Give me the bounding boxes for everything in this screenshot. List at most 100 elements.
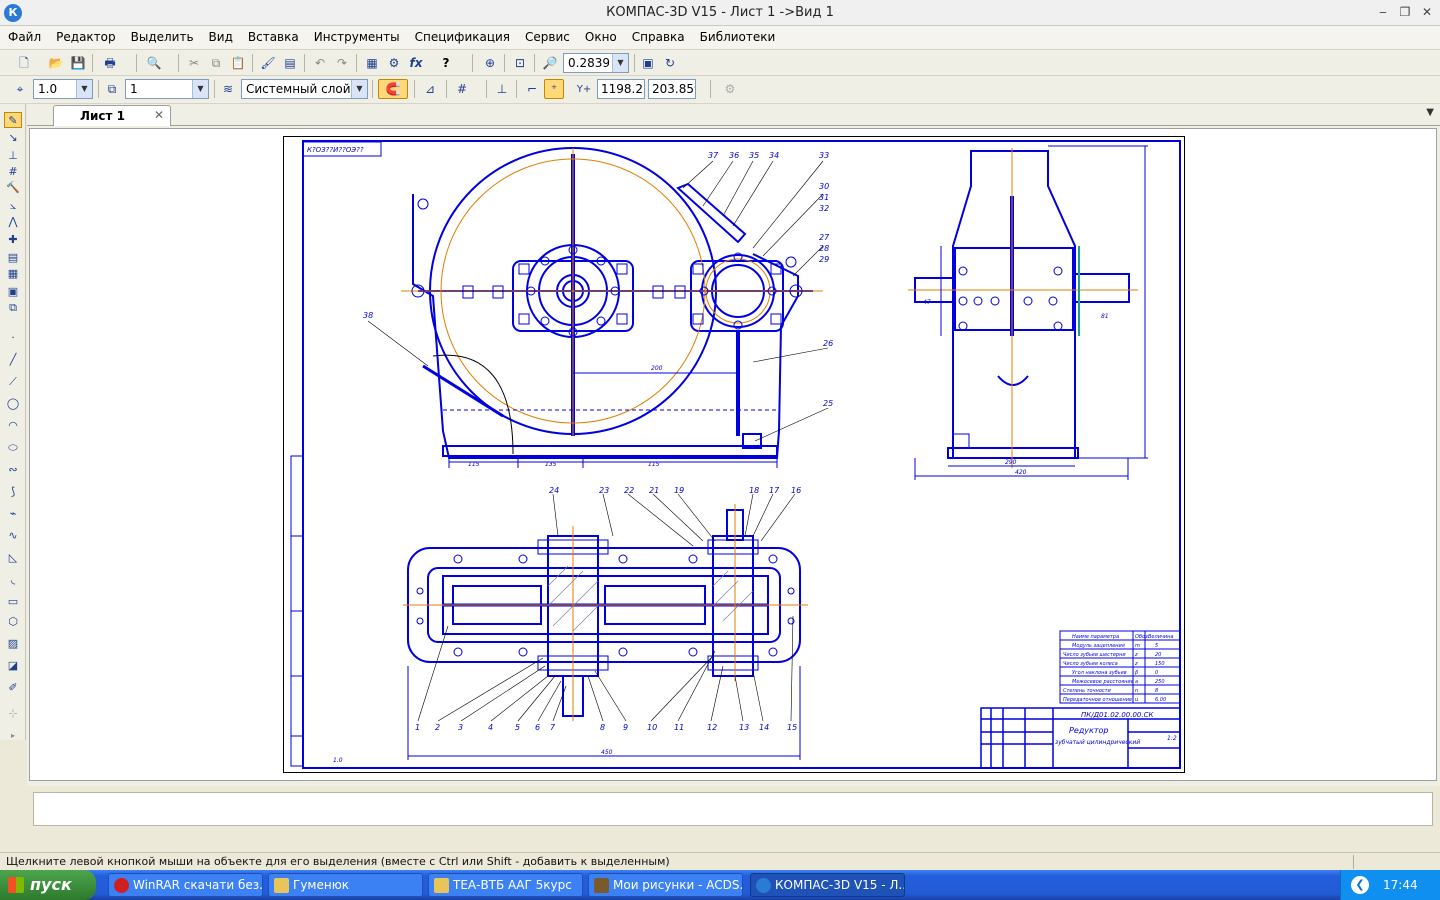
context-help-icon[interactable]: ? xyxy=(436,53,456,73)
layer-combo[interactable]: Системный слой (0) ▼ xyxy=(241,79,368,99)
coord-y-field[interactable]: 203.859 xyxy=(648,79,696,99)
format-brush-icon[interactable]: 🖌 xyxy=(258,53,278,73)
task-gumenyuk-folder[interactable]: Гуменюк xyxy=(268,873,423,897)
layers-icon[interactable]: ≋ xyxy=(218,79,238,99)
zoom-fit-icon[interactable]: ⊡ xyxy=(510,53,530,73)
drawing-canvas[interactable]: К?ОЗ??И??ОЭ?? 37 36 35 34 33 30 31 32 27… xyxy=(29,128,1437,781)
menu-select[interactable]: Выделить xyxy=(123,26,201,44)
magnet-snap-icon[interactable]: 🧲 xyxy=(378,79,408,99)
selection-icon[interactable]: ⋀ xyxy=(4,214,22,230)
fillet-tool-icon[interactable]: ◟ xyxy=(4,572,22,588)
segment-tool-icon[interactable]: ⟋ xyxy=(4,374,22,390)
variables-fx-icon[interactable]: fx xyxy=(406,53,426,73)
copy-icon[interactable]: ⧉ xyxy=(206,53,226,73)
open-folder-icon[interactable]: 📂 xyxy=(46,53,66,73)
parameterization-icon[interactable]: 🔨 xyxy=(4,180,22,196)
refresh-view-icon[interactable]: ▣ xyxy=(638,53,658,73)
reports-icon[interactable]: ▦ xyxy=(4,266,22,282)
menu-libraries[interactable]: Библиотеки xyxy=(692,26,783,44)
new-document-icon[interactable]: 🗋 xyxy=(14,53,34,73)
point-tool-icon[interactable]: · xyxy=(4,330,22,346)
cut-icon[interactable]: ✂ xyxy=(184,53,204,73)
zoom-in-icon[interactable]: 🔎 xyxy=(540,53,560,73)
chamfer-tool-icon[interactable]: ◺ xyxy=(4,550,22,566)
menu-service[interactable]: Сервис xyxy=(517,26,577,44)
library-manager-icon[interactable]: ⚙ xyxy=(384,53,404,73)
view-number-combo[interactable]: 1 ▼ xyxy=(125,79,209,99)
menu-window[interactable]: Окно xyxy=(577,26,624,44)
tray-expand-icon[interactable]: ❮ xyxy=(1351,876,1369,894)
task-kompas[interactable]: КОМПАС-3D V15 - Л... xyxy=(750,873,905,897)
fill-tool-icon[interactable]: ◪ xyxy=(4,658,22,674)
spline-tool-icon[interactable]: ∾ xyxy=(4,462,22,478)
ortho-icon[interactable]: ⊿ xyxy=(420,79,440,99)
restore-button[interactable]: ❐ xyxy=(1396,5,1414,21)
start-button[interactable]: пуск xyxy=(0,870,96,900)
polyline-tool-icon[interactable]: ⟆ xyxy=(4,484,22,500)
redraw-icon[interactable]: ↻ xyxy=(660,53,680,73)
paste-icon[interactable]: 📋 xyxy=(228,53,248,73)
expand-panel-icon[interactable]: ▸ xyxy=(4,728,22,744)
preview-icon[interactable]: 🔍 xyxy=(144,53,164,73)
redo-icon[interactable]: ↷ xyxy=(332,53,352,73)
designations-panel-icon[interactable]: ⊥ xyxy=(4,148,22,164)
print-icon[interactable]: 🖶 xyxy=(100,53,120,73)
tab-sheet-1[interactable]: Лист 1 ✕ xyxy=(53,105,171,126)
disabled-tool-icon[interactable]: ⚙ xyxy=(720,79,740,99)
contour-tool-icon[interactable]: ✐ xyxy=(4,680,22,696)
editing-panel-icon[interactable]: # xyxy=(4,164,22,180)
undo-icon[interactable]: ↶ xyxy=(310,53,330,73)
dimensions-panel-icon[interactable]: ↘ xyxy=(4,130,22,146)
snap-step-icon[interactable]: ⌖ xyxy=(10,79,30,99)
task-winrar[interactable]: WinRAR скачати без... xyxy=(108,873,263,897)
associative-views-icon[interactable]: ✚ xyxy=(4,232,22,248)
coord-cursor-icon[interactable]: Y+ xyxy=(574,79,594,99)
menu-insert[interactable]: Вставка xyxy=(240,26,306,44)
drawing-sheet[interactable]: К?ОЗ??И??ОЭ?? 37 36 35 34 33 30 31 32 27… xyxy=(283,136,1185,773)
save-icon[interactable]: 💾 xyxy=(68,53,88,73)
circle-tool-icon[interactable]: ◯ xyxy=(4,396,22,412)
measure-icon[interactable]: ⦣ xyxy=(4,198,22,214)
properties-icon[interactable]: ▤ xyxy=(280,53,300,73)
ellipse-tool-icon[interactable]: ⬭ xyxy=(4,440,22,456)
menu-tools[interactable]: Инструменты xyxy=(306,26,407,44)
manager-icon[interactable]: ▦ xyxy=(362,53,382,73)
command-input-area[interactable] xyxy=(33,792,1433,826)
menu-file[interactable]: Файл xyxy=(0,26,48,44)
arc-tool-icon[interactable]: ◠ xyxy=(4,418,22,434)
zoom-combo[interactable]: 0.2839 ▼ xyxy=(563,53,629,73)
nurbs-tool-icon[interactable]: ⌁ xyxy=(4,506,22,522)
hatch-tool-icon[interactable]: ▨ xyxy=(4,636,22,652)
menu-specification[interactable]: Спецификация xyxy=(407,26,517,44)
minimize-button[interactable]: ‒ xyxy=(1374,5,1392,21)
clock[interactable]: 17:44 xyxy=(1383,878,1418,892)
leader-label: 10 xyxy=(647,723,657,732)
close-tab-icon[interactable]: ✕ xyxy=(154,108,164,122)
grid-icon[interactable]: # xyxy=(452,79,472,99)
menu-editor[interactable]: Редактор xyxy=(48,26,122,44)
fragments-icon[interactable]: ⧉ xyxy=(4,300,22,316)
collection-icon[interactable]: ⊹ xyxy=(4,706,22,722)
task-acdsee[interactable]: Мои рисунки - ACDS... xyxy=(588,873,743,897)
zoom-window-icon[interactable]: ⊕ xyxy=(480,53,500,73)
round-coords-icon[interactable]: ⁺ xyxy=(544,79,564,99)
cursor-step-combo[interactable]: 1.0 ▼ xyxy=(33,79,93,99)
insert-icon[interactable]: ▣ xyxy=(4,284,22,300)
close-button[interactable]: ✕ xyxy=(1418,5,1436,21)
aux-line-icon[interactable]: ╱ xyxy=(4,352,22,368)
bezier-tool-icon[interactable]: ∿ xyxy=(4,528,22,544)
leader-label: 31 xyxy=(819,193,829,202)
tab-list-icon[interactable]: ▼ xyxy=(1426,107,1434,118)
task-tea-folder[interactable]: ТЕА-ВТБ ААГ 5курс xyxy=(428,873,583,897)
leader-label: 17 xyxy=(769,486,780,495)
local-cs-icon[interactable]: ⊥ xyxy=(492,79,512,99)
view-icon[interactable]: ⧉ xyxy=(102,79,122,99)
polygon-tool-icon[interactable]: ⬡ xyxy=(4,614,22,630)
orthogonal-mode-icon[interactable]: ⌐ xyxy=(522,79,542,99)
geometry-panel-icon[interactable]: ✎ xyxy=(4,112,22,128)
coord-x-field[interactable]: 1198.25 xyxy=(597,79,645,99)
spec-icon[interactable]: ▤ xyxy=(4,250,22,266)
rectangle-tool-icon[interactable]: ▭ xyxy=(4,594,22,610)
menu-help[interactable]: Справка xyxy=(624,26,692,44)
menu-view[interactable]: Вид xyxy=(201,26,240,44)
